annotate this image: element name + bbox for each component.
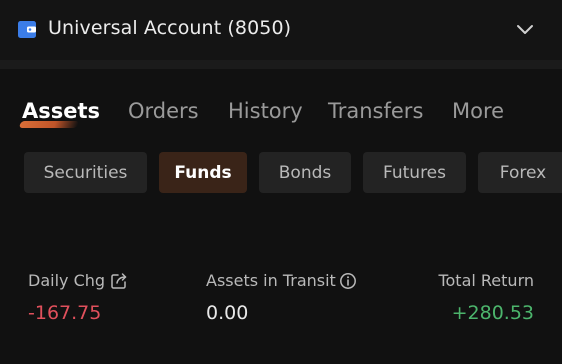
tab-history[interactable]: History <box>228 99 303 123</box>
chip-securities[interactable]: Securities <box>24 152 147 193</box>
tab-orders[interactable]: Orders <box>128 99 199 123</box>
total-return-value: +280.53 <box>451 302 534 324</box>
chevron-down-icon[interactable] <box>515 22 535 36</box>
chip-bonds[interactable]: Bonds <box>259 152 351 193</box>
share-icon[interactable] <box>110 272 128 290</box>
section-divider <box>0 60 562 69</box>
category-chips: Securities Funds Bonds Futures Forex <box>0 152 562 193</box>
daily-chg-value: -167.75 <box>28 302 102 324</box>
account-header[interactable]: Universal Account (8050) <box>0 0 562 60</box>
active-tab-indicator <box>18 121 80 128</box>
tab-more[interactable]: More <box>452 99 504 123</box>
account-title[interactable]: Universal Account (8050) <box>48 17 291 39</box>
chip-futures[interactable]: Futures <box>363 152 466 193</box>
assets-in-transit-label: Assets in Transit <box>206 271 336 290</box>
total-return-label: Total Return <box>438 271 534 290</box>
main-tabs: Assets Orders History Transfers More <box>0 99 562 133</box>
assets-in-transit-value: 0.00 <box>206 302 249 324</box>
tab-assets[interactable]: Assets <box>22 99 100 123</box>
daily-chg-label: Daily Chg <box>28 271 106 290</box>
info-icon[interactable] <box>339 272 357 290</box>
chip-funds[interactable]: Funds <box>159 152 247 193</box>
tab-transfers[interactable]: Transfers <box>328 99 423 123</box>
wallet-icon <box>18 21 36 38</box>
chip-forex[interactable]: Forex <box>478 152 562 193</box>
